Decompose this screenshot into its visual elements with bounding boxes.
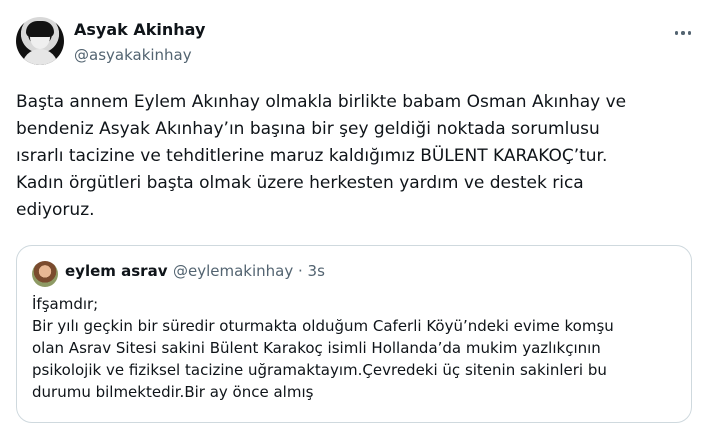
quoted-text-line: olan Asrav Sitesi sakini Bülent Karakoç …: [32, 339, 601, 357]
author-display-name[interactable]: Asyak Akinhay: [74, 20, 205, 39]
quoted-text-line: Bir yılı geçkin bir süredir oturmakta ol…: [32, 317, 614, 335]
more-horizontal-icon: [674, 31, 692, 35]
more-options-button[interactable]: [666, 22, 700, 44]
quoted-tweet-text: İfşamdır; Bir yılı geçkin bir süredir ot…: [32, 293, 682, 403]
quoted-text-line: İfşamdır;: [32, 295, 99, 313]
quoted-author-avatar: [32, 261, 58, 287]
quoted-author-display-name: eylem asrav: [65, 262, 168, 280]
avatar-hair: [26, 21, 54, 37]
quoted-text-line: psikolojik ve fiziksel tacizine uğramakt…: [32, 361, 607, 379]
tweet-text-line: bendeniz Asyak Akınhay’ın başına bir şey…: [16, 119, 600, 139]
quoted-tweet[interactable]: eylem asrav @eylemakinhay · 3s İfşamdır;…: [16, 245, 692, 423]
avatar-shoulders: [22, 49, 58, 65]
tweet-text-line: ısrarlı tacizine ve tehditlerine maruz k…: [16, 146, 608, 166]
tweet-card: Asyak Akinhay @asyakakinhay Başta annem …: [0, 0, 709, 432]
quoted-text-line: durumu bilmektedir.Bir ay önce almış: [32, 383, 314, 401]
author-avatar[interactable]: [16, 17, 64, 65]
quoted-author-handle-time: @eylemakinhay · 3s: [173, 262, 325, 280]
tweet-text: Başta annem Eylem Akınhay olmakla birlik…: [16, 89, 696, 224]
author-handle[interactable]: @asyakakinhay: [74, 46, 192, 64]
tweet-text-line: ediyoruz.: [16, 200, 95, 220]
tweet-text-line: Başta annem Eylem Akınhay olmakla birlik…: [16, 92, 627, 112]
tweet-text-line: Kadın örgütleri başta olmak üzere herkes…: [16, 173, 584, 193]
